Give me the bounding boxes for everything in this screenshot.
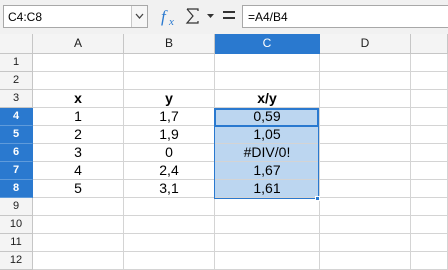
cell-c1[interactable] (215, 54, 320, 72)
cell-filler (411, 234, 448, 252)
cell-b11[interactable] (124, 234, 215, 252)
cell-a2[interactable] (33, 72, 124, 90)
name-box-dropdown-button[interactable] (131, 6, 147, 27)
cell-b8[interactable]: 3,1 (124, 180, 215, 198)
row-header-4[interactable]: 4 (0, 108, 33, 126)
cell-b4[interactable]: 1,7 (124, 108, 215, 126)
cell-b7[interactable]: 2,4 (124, 162, 215, 180)
row-header-1[interactable]: 1 (0, 54, 33, 72)
svg-text:x: x (168, 16, 174, 28)
formula-input-text[interactable]: =A4/B4 (248, 10, 288, 24)
cell-b3[interactable]: y (124, 90, 215, 108)
row-header-11[interactable]: 11 (0, 234, 33, 252)
cell-filler (411, 144, 448, 162)
cell-filler (411, 252, 448, 270)
cell-a8[interactable]: 5 (33, 180, 124, 198)
column-header-filler (411, 34, 448, 54)
cell-a9[interactable] (33, 198, 124, 216)
cell-d7[interactable] (320, 162, 411, 180)
formula-bar: C4:C8 f x =A4/B4 (0, 0, 448, 34)
cell-filler (411, 198, 448, 216)
cell-filler (411, 126, 448, 144)
sum-dropdown-chevron-down-icon[interactable] (206, 12, 215, 20)
cell-a3[interactable]: x (33, 90, 124, 108)
cell-filler (411, 54, 448, 72)
row-header-7[interactable]: 7 (0, 162, 33, 180)
column-header-a[interactable]: A (33, 34, 124, 54)
cell-a7[interactable]: 4 (33, 162, 124, 180)
cell-a6[interactable]: 3 (33, 144, 124, 162)
function-wizard-icon[interactable]: f x (160, 6, 180, 28)
cell-d3[interactable] (320, 90, 411, 108)
cell-c8[interactable]: 1,61 (215, 180, 320, 198)
cell-a1[interactable] (33, 54, 124, 72)
cell-filler (411, 90, 448, 108)
equals-icon[interactable] (222, 8, 236, 22)
row-header-6[interactable]: 6 (0, 144, 33, 162)
cell-b6[interactable]: 0 (124, 144, 215, 162)
row-header-3[interactable]: 3 (0, 90, 33, 108)
cell-c6[interactable]: #DIV/0! (215, 144, 320, 162)
row-header-8[interactable]: 8 (0, 180, 33, 198)
column-header-b[interactable]: B (124, 34, 215, 54)
cell-filler (411, 180, 448, 198)
cell-d10[interactable] (320, 216, 411, 234)
cell-a10[interactable] (33, 216, 124, 234)
column-header-d[interactable]: D (320, 34, 411, 54)
name-box[interactable]: C4:C8 (3, 5, 148, 28)
cell-filler (411, 108, 448, 126)
chevron-down-icon[interactable] (132, 6, 147, 27)
cell-a4[interactable]: 1 (33, 108, 124, 126)
cell-b12[interactable] (124, 252, 215, 270)
cell-d12[interactable] (320, 252, 411, 270)
cell-b1[interactable] (124, 54, 215, 72)
svg-text:f: f (161, 7, 168, 26)
cell-d2[interactable] (320, 72, 411, 90)
cell-c3[interactable]: x/y (215, 90, 320, 108)
cell-d5[interactable] (320, 126, 411, 144)
row-header-9[interactable]: 9 (0, 198, 33, 216)
spreadsheet-grid: A B C D 1 2 3 x y x/y 4 1 1,7 0,59 5 2 1,9 1,05 6 3 0 #DIV/0!… (0, 34, 448, 270)
cell-d4[interactable] (320, 108, 411, 126)
name-box-value[interactable]: C4:C8 (8, 10, 42, 24)
cell-b9[interactable] (124, 198, 215, 216)
column-header-c[interactable]: C (215, 34, 320, 54)
cell-d6[interactable] (320, 144, 411, 162)
cell-d9[interactable] (320, 198, 411, 216)
cell-a5[interactable]: 2 (33, 126, 124, 144)
formula-input[interactable]: =A4/B4 (242, 5, 448, 28)
cell-c9[interactable] (215, 198, 320, 216)
cell-d8[interactable] (320, 180, 411, 198)
cell-filler (411, 216, 448, 234)
cell-c11[interactable] (215, 234, 320, 252)
cell-c10[interactable] (215, 216, 320, 234)
fill-handle[interactable] (315, 196, 320, 201)
cell-d1[interactable] (320, 54, 411, 72)
select-all-corner[interactable] (0, 34, 33, 54)
row-header-2[interactable]: 2 (0, 72, 33, 90)
cell-a12[interactable] (33, 252, 124, 270)
row-header-5[interactable]: 5 (0, 126, 33, 144)
cell-a11[interactable] (33, 234, 124, 252)
cell-b5[interactable]: 1,9 (124, 126, 215, 144)
cell-c7[interactable]: 1,67 (215, 162, 320, 180)
cell-b10[interactable] (124, 216, 215, 234)
cell-c12[interactable] (215, 252, 320, 270)
cell-c4[interactable]: 0,59 (215, 108, 320, 126)
cell-filler (411, 72, 448, 90)
row-header-10[interactable]: 10 (0, 216, 33, 234)
cell-c5[interactable]: 1,05 (215, 126, 320, 144)
row-header-12[interactable]: 12 (0, 252, 33, 270)
cell-d11[interactable] (320, 234, 411, 252)
cell-c2[interactable] (215, 72, 320, 90)
cell-b2[interactable] (124, 72, 215, 90)
cell-filler (411, 162, 448, 180)
sum-icon[interactable] (185, 6, 201, 26)
